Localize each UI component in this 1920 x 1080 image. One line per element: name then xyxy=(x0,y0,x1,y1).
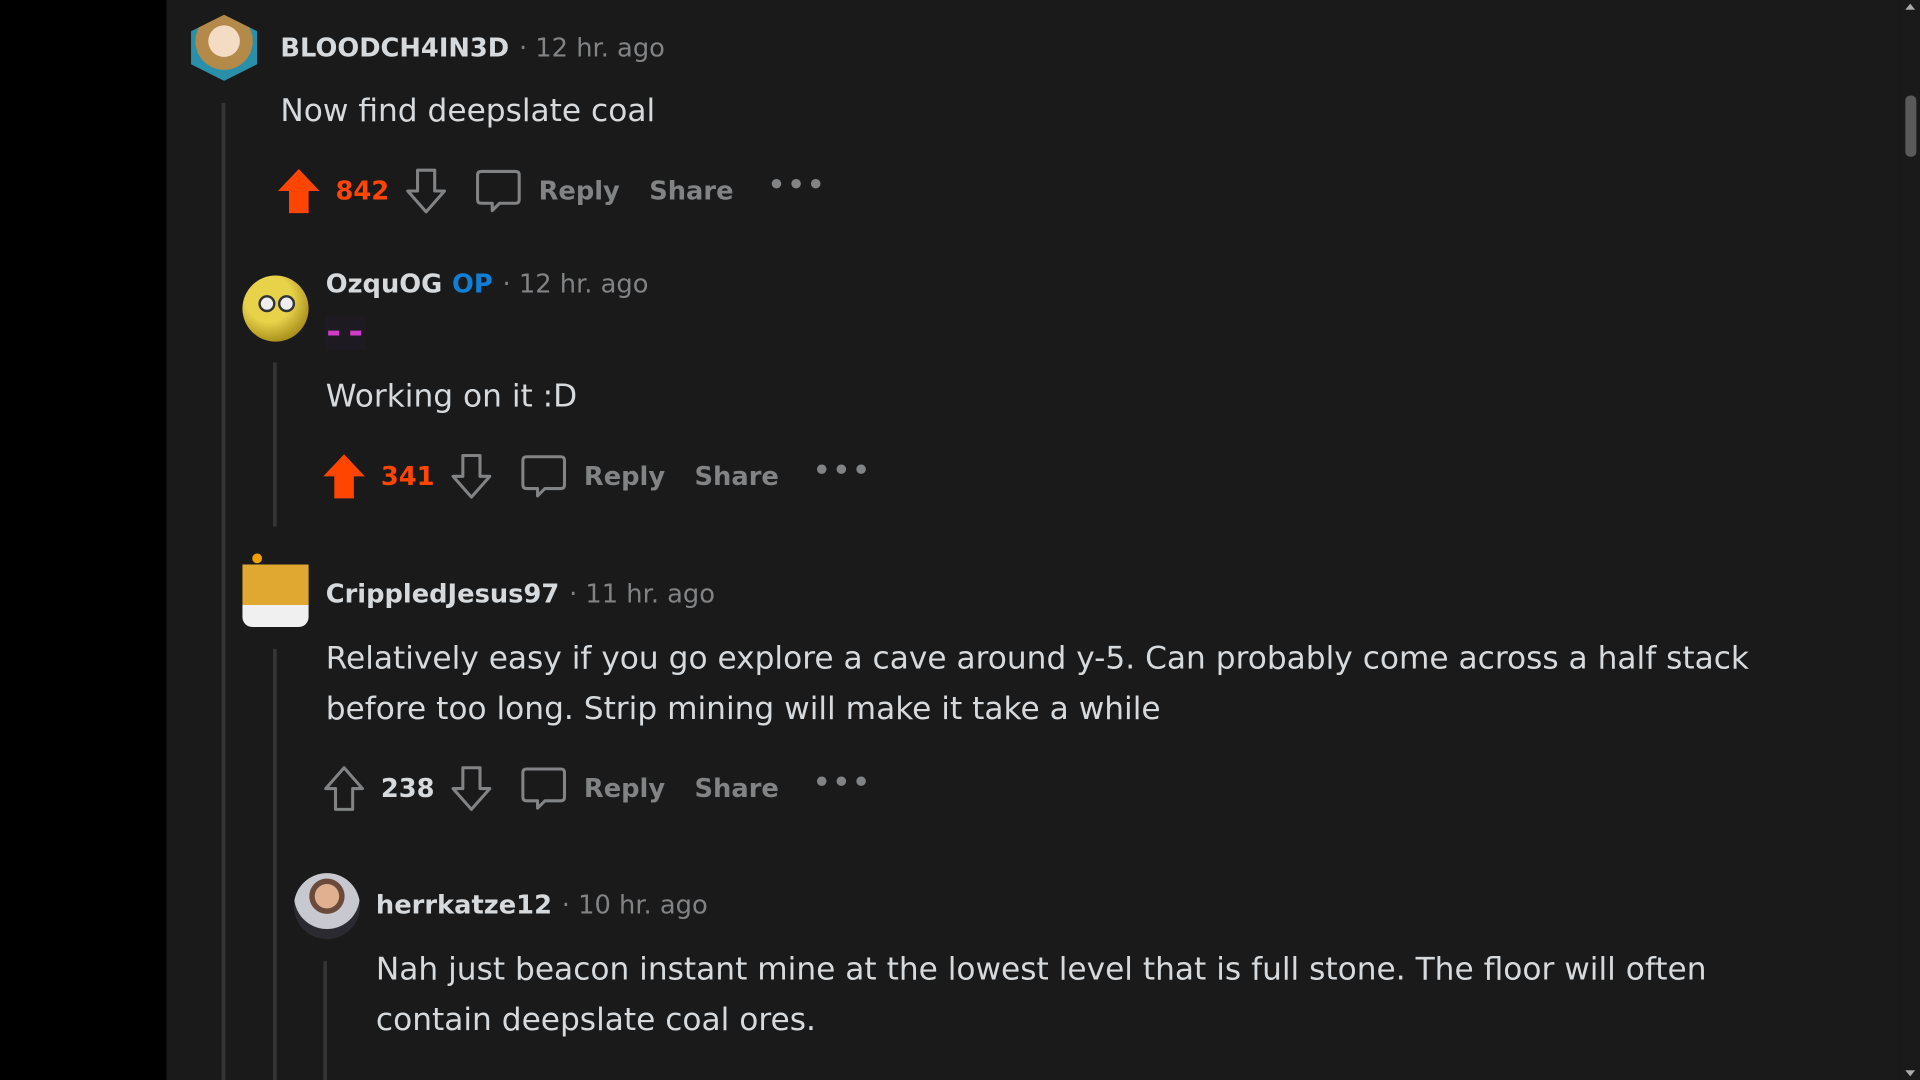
reply-button[interactable]: Reply xyxy=(539,176,620,205)
username[interactable]: herrkatze12 xyxy=(376,890,552,919)
comment-icon[interactable] xyxy=(520,765,567,812)
share-button[interactable]: Share xyxy=(695,774,779,803)
comment-icon[interactable] xyxy=(520,453,567,500)
comment-body: Working on it :D xyxy=(325,378,578,416)
timestamp[interactable]: · 12 hr. ago xyxy=(519,33,665,62)
username[interactable]: CrippledJesus97 xyxy=(326,579,560,608)
more-options-icon[interactable]: ••• xyxy=(813,767,872,798)
timestamp[interactable]: · 10 hr. ago xyxy=(562,890,708,919)
comment-header: herrkatze12 · 10 hr. ago xyxy=(376,887,708,924)
comment-icon[interactable] xyxy=(475,168,522,215)
avatar[interactable] xyxy=(293,873,361,940)
left-margin xyxy=(0,0,167,1080)
more-options-icon[interactable]: ••• xyxy=(768,170,827,201)
thread-line[interactable] xyxy=(221,102,226,1080)
enderman-flair-icon xyxy=(325,315,365,351)
comment-body: Nah just beacon instant mine at the lowe… xyxy=(375,951,1707,1039)
comment-body: Now find deepslate coal xyxy=(280,93,656,130)
downvote-icon[interactable] xyxy=(404,168,448,215)
share-button[interactable]: Share xyxy=(695,462,779,491)
upvote-icon[interactable] xyxy=(322,765,366,812)
avatar[interactable] xyxy=(242,275,309,342)
username[interactable]: OzquOG xyxy=(326,269,443,298)
reply-button[interactable]: Reply xyxy=(584,774,665,803)
comment-actions: 842 Reply Share ••• xyxy=(277,167,827,216)
scroll-up-icon[interactable] xyxy=(1905,3,1916,10)
vote-count: 238 xyxy=(380,773,435,804)
avatar[interactable] xyxy=(242,553,309,627)
more-options-icon[interactable]: ••• xyxy=(813,455,872,486)
comment-header: OzquOG OP · 12 hr. ago xyxy=(326,266,649,303)
thread-line[interactable] xyxy=(273,648,277,1080)
vote-count: 341 xyxy=(380,461,435,492)
reply-button[interactable]: Reply xyxy=(584,462,665,491)
thread-line[interactable] xyxy=(323,961,327,1080)
upvote-icon[interactable] xyxy=(322,453,366,500)
comment-actions: 238 Reply Share ••• xyxy=(322,764,872,813)
scrollbar[interactable] xyxy=(1900,0,1920,1080)
scroll-down-icon[interactable] xyxy=(1905,1070,1916,1077)
username[interactable]: BLOODCH4IN3D xyxy=(280,33,509,62)
vote-count: 842 xyxy=(335,176,390,206)
share-button[interactable]: Share xyxy=(649,176,733,205)
scrollbar-thumb[interactable] xyxy=(1905,95,1917,157)
timestamp[interactable]: · 11 hr. ago xyxy=(569,579,715,608)
downvote-icon[interactable] xyxy=(449,765,493,812)
comment-header: BLOODCH4IN3D · 12 hr. ago xyxy=(280,29,664,66)
comment-body: Relatively easy if you go explore a cave… xyxy=(325,640,1750,728)
op-badge: OP xyxy=(452,269,493,299)
comment-actions: 341 Reply Share ••• xyxy=(322,452,872,501)
thread-line[interactable] xyxy=(273,362,277,527)
timestamp[interactable]: · 12 hr. ago xyxy=(503,269,649,298)
upvote-icon[interactable] xyxy=(277,168,321,215)
downvote-icon[interactable] xyxy=(449,453,493,500)
comment-header: CrippledJesus97 · 11 hr. ago xyxy=(326,576,715,613)
